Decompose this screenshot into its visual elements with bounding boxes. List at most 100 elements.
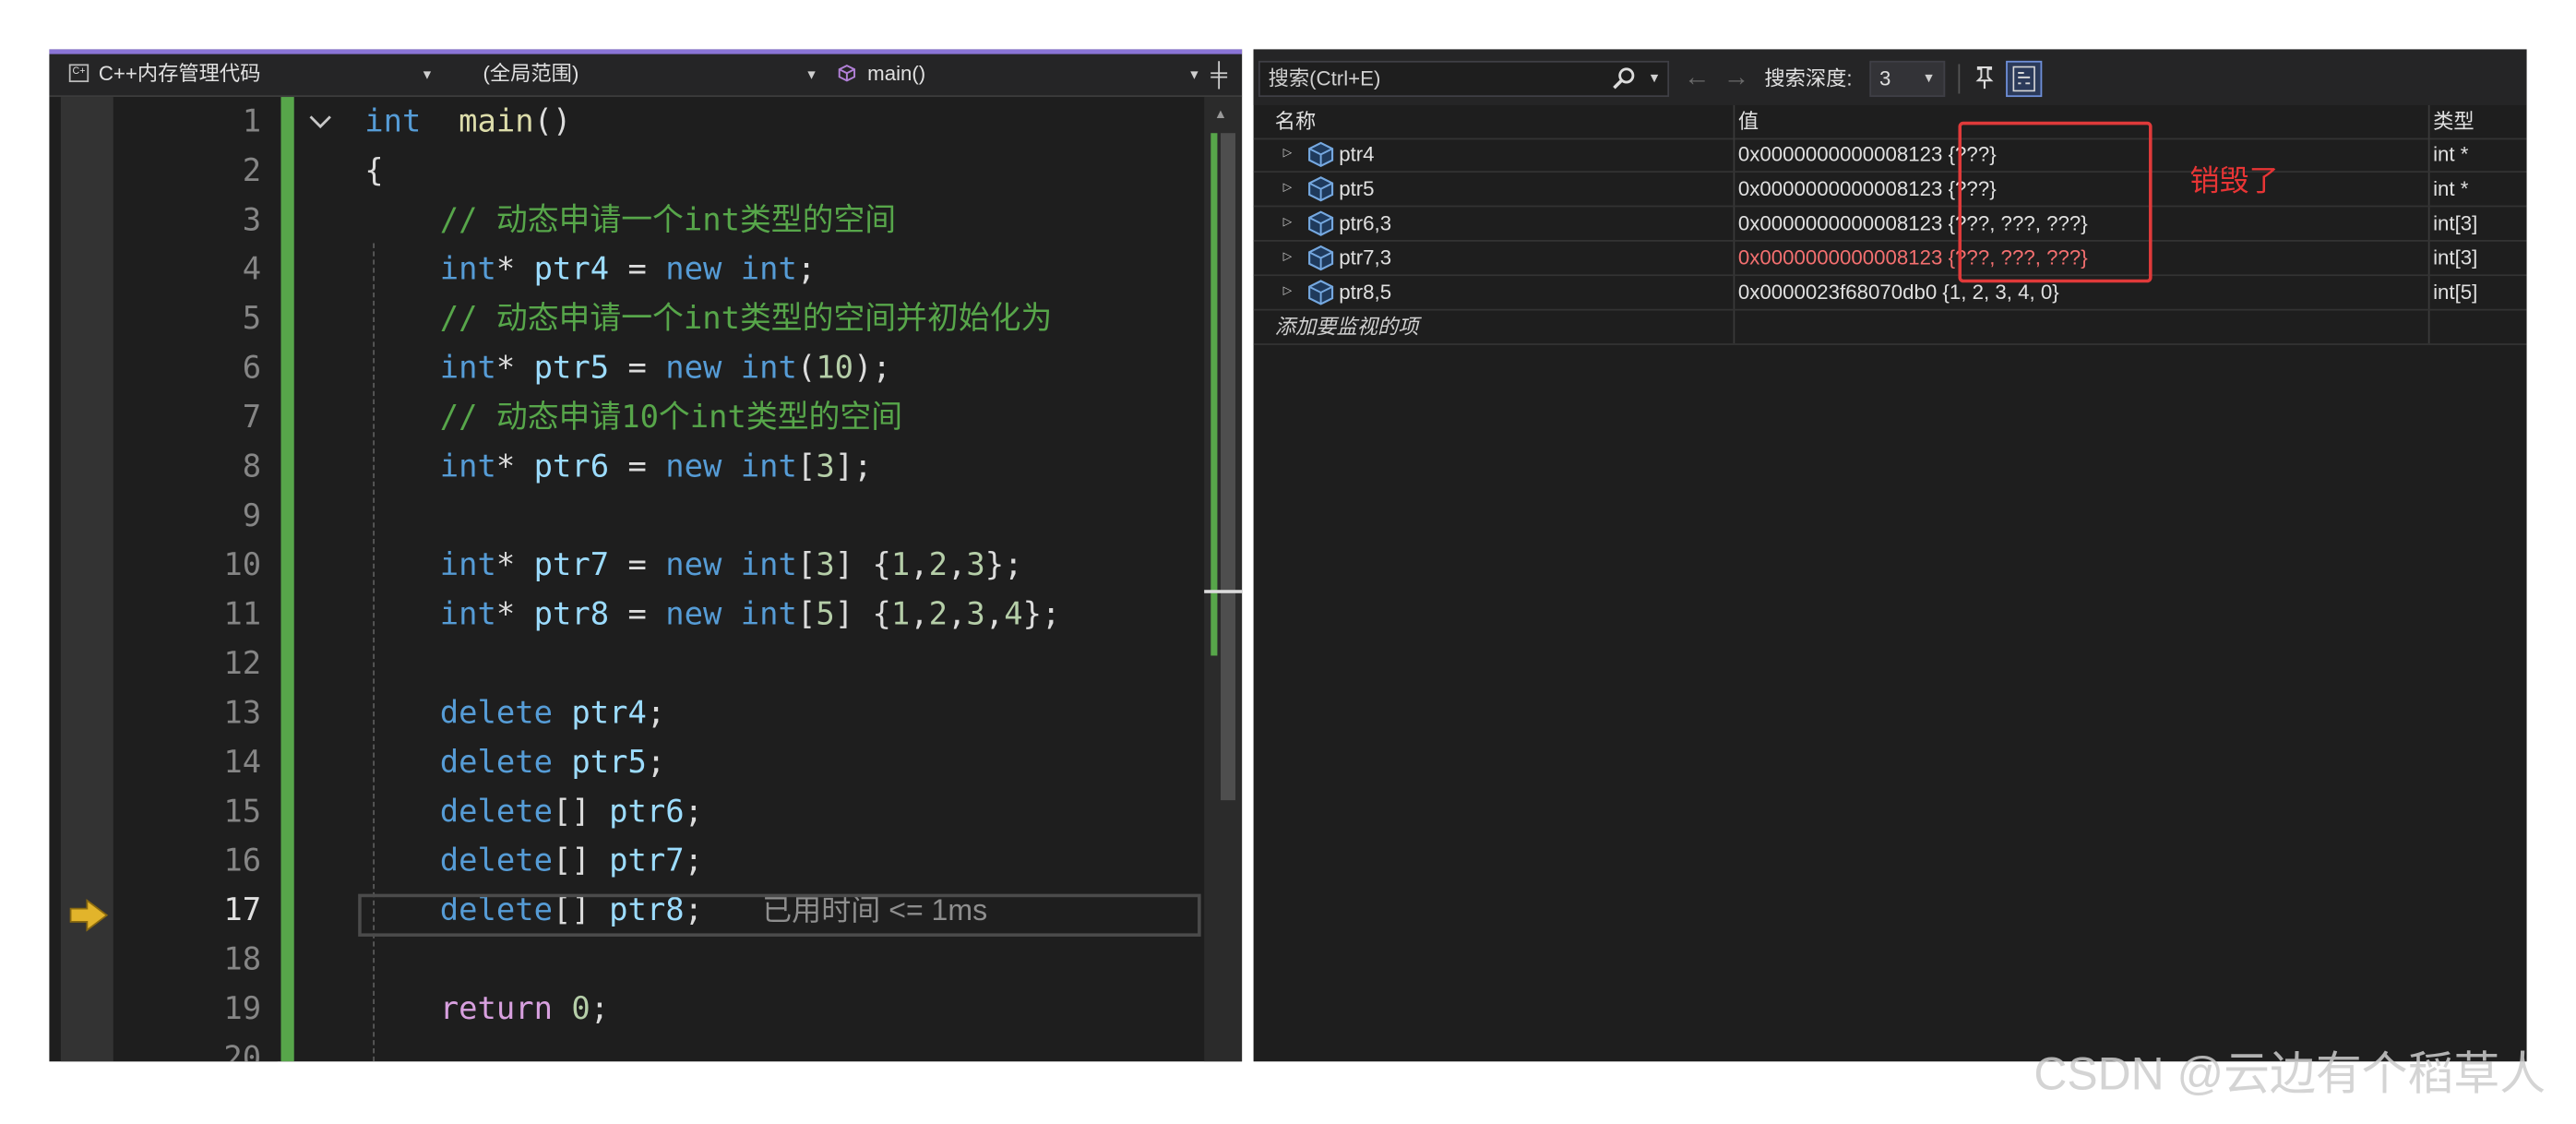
scrollbar-change-marker xyxy=(1210,133,1218,656)
code-token: new xyxy=(665,251,722,288)
code-token: int xyxy=(740,251,797,288)
code-line[interactable]: // 动态申请10个int类型的空间 xyxy=(364,393,902,442)
vertical-scrollbar[interactable]: ▲ xyxy=(1204,97,1243,1062)
line-number: 15 xyxy=(223,794,262,831)
code-token: 0 xyxy=(571,990,590,1027)
expand-triangle-icon[interactable]: ▷ xyxy=(1283,242,1293,275)
code-token: 1 xyxy=(890,596,911,633)
code-token: new xyxy=(665,448,722,485)
scope-dropdown[interactable]: (全局范围) xyxy=(483,54,578,96)
code-token: 3 xyxy=(966,546,985,584)
watch-toolbar: 搜索(Ctrl+E) ▼ ← → 搜索深度: 3 ▼ xyxy=(1253,49,2527,105)
code-token: 3 xyxy=(816,546,835,584)
column-header-value[interactable]: 值 xyxy=(1738,105,1759,138)
code-line[interactable]: delete ptr4; xyxy=(364,688,665,737)
code-token: ; xyxy=(796,251,817,288)
code-line[interactable]: { xyxy=(364,146,383,195)
line-number: 14 xyxy=(223,744,262,781)
chevron-down-icon[interactable]: ▼ xyxy=(1648,61,1661,97)
code-token: delete xyxy=(439,695,554,732)
code-token: [] xyxy=(553,794,610,831)
code-line[interactable]: int* ptr6 = new int[3]; xyxy=(364,442,873,491)
code-token: () xyxy=(533,103,572,140)
code-token: * xyxy=(495,596,534,633)
code-token: , xyxy=(984,596,1005,633)
code-editor[interactable]: C+ C++内存管理代码 ▼ (全局范围) ▼ main() ▼ ╪ 1 2 3… xyxy=(49,49,1243,1062)
code-line[interactable]: delete[] ptr7; xyxy=(364,836,703,885)
code-token: 1 xyxy=(890,546,911,584)
watch-column-header: 名称 值 类型 xyxy=(1253,105,2527,140)
arrow-left-icon[interactable]: ← xyxy=(1684,59,1710,99)
column-header-name[interactable]: 名称 xyxy=(1275,105,1317,138)
add-watch-row[interactable]: 添加要监视的项 xyxy=(1253,311,2527,345)
code-token: 10 xyxy=(816,350,854,387)
watch-row[interactable]: ▷ ptr7,3 0x0000000000008123 {???, ???, ???… xyxy=(1253,242,2527,277)
scrollbar-thumb[interactable] xyxy=(1220,133,1236,801)
code-line[interactable]: // 动态申请一个int类型的空间 xyxy=(364,196,896,245)
code-line[interactable]: delete[] ptr6; xyxy=(364,787,703,836)
code-token: ptr7 xyxy=(609,843,685,879)
code-line[interactable]: int* ptr4 = new int; xyxy=(364,245,817,293)
code-line[interactable]: int main() xyxy=(364,97,571,146)
code-token: , xyxy=(948,596,967,633)
watch-row[interactable]: ▷ ptr5 0x0000000000008123 {???} int * xyxy=(1253,173,2527,208)
chevron-down-icon[interactable]: ▼ xyxy=(1187,54,1200,96)
code-line[interactable]: delete ptr5; xyxy=(364,737,665,786)
code-line[interactable]: return 0; xyxy=(364,985,609,1034)
toolbar-separator xyxy=(1958,64,1961,94)
column-header-type[interactable]: 类型 xyxy=(2433,105,2475,138)
code-token: ptr5 xyxy=(533,350,610,387)
line-number: 12 xyxy=(223,645,262,682)
code-token: main xyxy=(459,103,534,140)
search-icon[interactable] xyxy=(1612,66,1637,90)
chevron-down-icon[interactable]: ▼ xyxy=(805,54,817,96)
expand-triangle-icon[interactable]: ▷ xyxy=(1283,138,1293,172)
code-line[interactable]: int* ptr5 = new int(10); xyxy=(364,343,891,392)
watch-row-name: ptr8,5 xyxy=(1339,281,1392,305)
code-token: 2 xyxy=(928,596,948,633)
variable-cube-icon xyxy=(1308,141,1334,168)
code-token: delete xyxy=(439,794,554,831)
watch-search-input[interactable]: 搜索(Ctrl+E) xyxy=(1258,60,1670,98)
project-dropdown[interactable]: C++内存管理代码 xyxy=(99,54,261,96)
execution-pointer-arrow-icon xyxy=(69,898,109,932)
watch-row[interactable]: ▷ ptr8,5 0x0000023f68070db0 {1, 2, 3, 4, 0… xyxy=(1253,276,2527,311)
pin-icon[interactable] xyxy=(1972,64,1998,90)
code-token: }; xyxy=(984,546,1023,584)
expand-triangle-icon[interactable]: ▷ xyxy=(1283,207,1293,240)
watch-row[interactable]: ▷ ptr6,3 0x0000000000008123 {???, ???, ???… xyxy=(1253,207,2527,242)
scroll-up-icon[interactable]: ▲ xyxy=(1214,107,1227,122)
code-line[interactable]: // 动态申请一个int类型的空间并初始化为 xyxy=(364,294,1053,343)
fold-chevron-icon[interactable] xyxy=(307,112,333,131)
code-token: ptr7 xyxy=(533,546,610,584)
function-dropdown[interactable]: main() xyxy=(867,54,925,96)
expand-triangle-icon[interactable]: ▷ xyxy=(1283,276,1293,309)
split-editor-icon[interactable]: ╪ xyxy=(1210,54,1227,96)
watch-row[interactable]: ▷ ptr4 0x0000000000008123 {???} int * xyxy=(1253,138,2527,173)
code-line[interactable]: int* ptr7 = new int[3] {1,2,3}; xyxy=(364,541,1023,590)
arrow-right-icon[interactable]: → xyxy=(1723,59,1749,99)
code-token: int xyxy=(439,251,496,288)
line-number: 4 xyxy=(242,251,262,288)
line-number: 19 xyxy=(223,990,262,1027)
chevron-down-icon[interactable]: ▼ xyxy=(421,54,434,96)
line-number: 8 xyxy=(242,448,262,485)
expand-triangle-icon[interactable]: ▷ xyxy=(1283,173,1293,206)
code-token: [ xyxy=(796,596,817,633)
code-line[interactable]: int* ptr8 = new int[5] {1,2,3,4}; xyxy=(364,590,1061,639)
code-token: ptr8 xyxy=(533,596,610,633)
code-token: = xyxy=(609,251,666,288)
add-watch-label[interactable]: 添加要监视的项 xyxy=(1275,311,1419,344)
code-token: int xyxy=(740,546,797,584)
hex-display-icon[interactable] xyxy=(2006,60,2043,98)
line-number: 11 xyxy=(223,596,262,633)
indent-guide xyxy=(373,243,375,1062)
code-token: ; xyxy=(646,695,666,732)
code-token: [] xyxy=(553,843,610,879)
search-depth-select[interactable]: 3 ▼ xyxy=(1869,60,1946,98)
